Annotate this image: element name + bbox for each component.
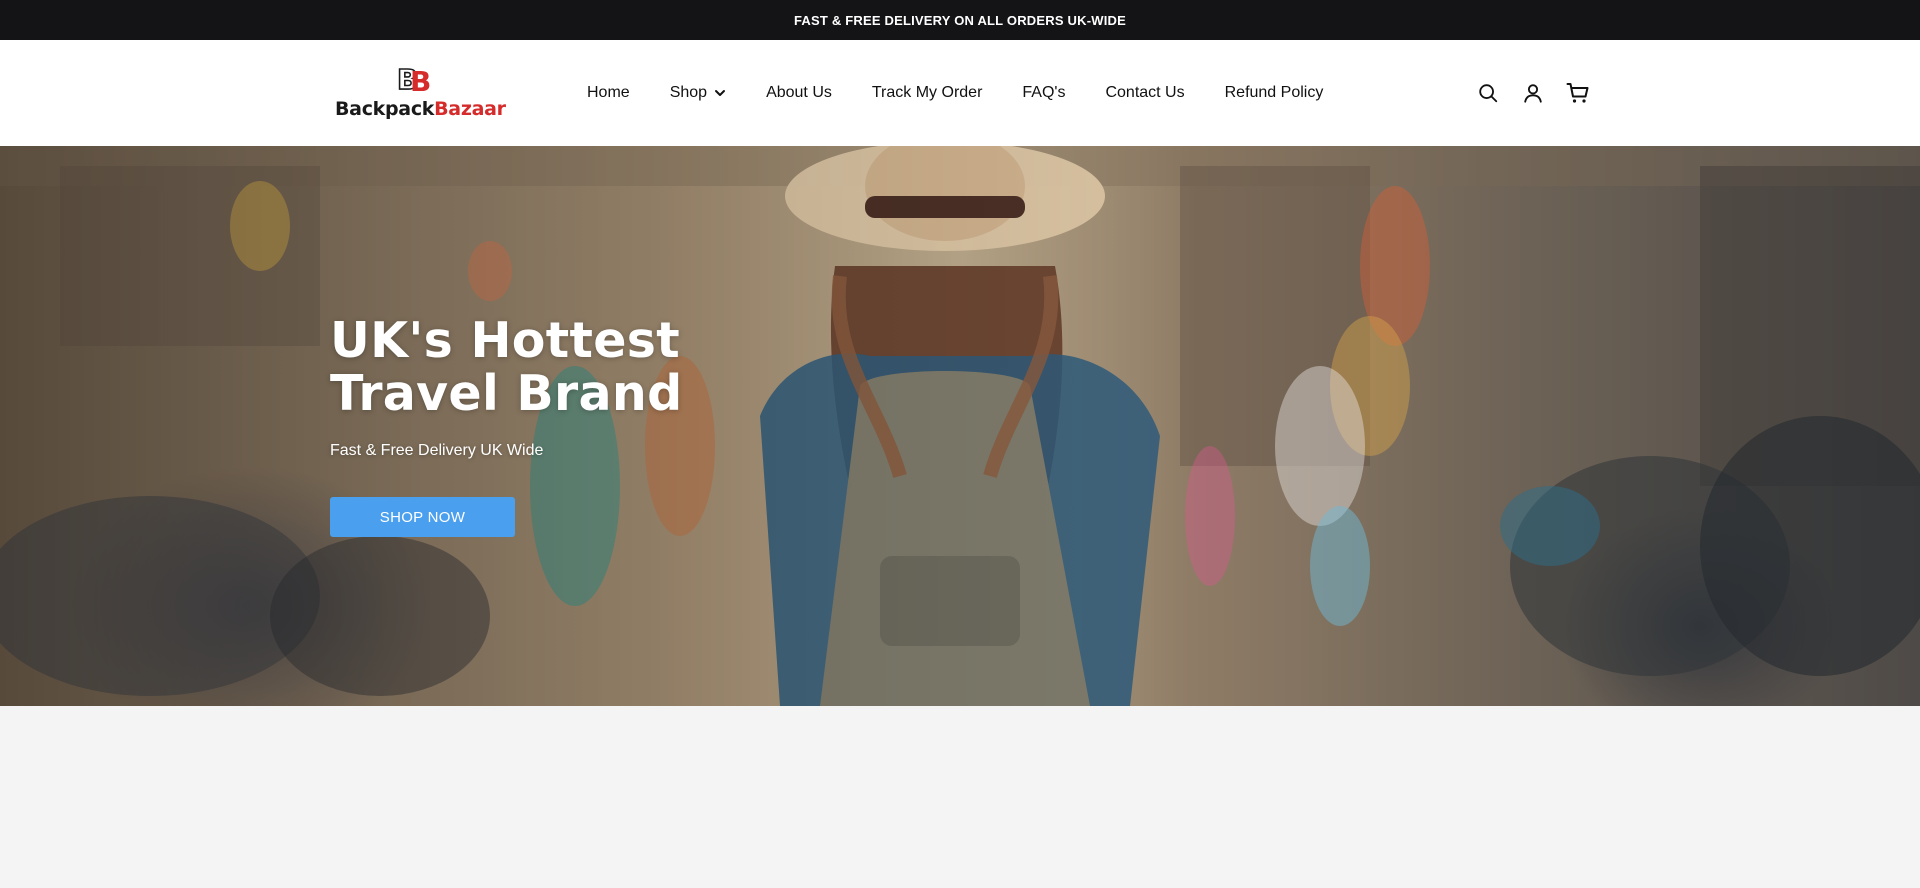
hero-title: UK's Hottest Travel Brand <box>330 314 810 420</box>
brand-monogram-icon: B B <box>397 64 431 94</box>
cart-button[interactable] <box>1566 81 1590 105</box>
hero-subtitle: Fast & Free Delivery UK Wide <box>330 442 544 459</box>
hero-title-line1: UK's Hottest <box>330 312 680 369</box>
header-actions <box>1476 40 1611 146</box>
nav-refund-policy[interactable]: Refund Policy <box>1225 84 1324 102</box>
search-button[interactable] <box>1476 81 1500 105</box>
announcement-bar: FAST & FREE DELIVERY ON ALL ORDERS UK-WI… <box>0 0 1920 40</box>
nav-about-us[interactable]: About Us <box>766 84 832 102</box>
brand-name-part1: Backpack <box>335 98 435 120</box>
shop-now-button[interactable]: SHOP NOW <box>330 497 515 537</box>
announcement-text: FAST & FREE DELIVERY ON ALL ORDERS UK-WI… <box>794 12 1126 28</box>
brand-name-part2: Bazaar <box>434 98 506 120</box>
nav-track-my-order[interactable]: Track My Order <box>872 84 983 102</box>
hero-overlay <box>0 146 1920 706</box>
chevron-down-icon <box>715 90 726 96</box>
account-button[interactable] <box>1521 81 1545 105</box>
nav-track-label: Track My Order <box>871 84 983 101</box>
nav-refund-label: Refund Policy <box>1224 84 1324 101</box>
main-nav: Home Shop About Us Track My Order FAQ's … <box>587 40 1363 146</box>
nav-shop[interactable]: Shop <box>670 84 726 102</box>
nav-faqs[interactable]: FAQ's <box>1022 84 1065 102</box>
brand-wordmark: BackpackBazaar <box>335 98 506 120</box>
svg-text:B: B <box>410 65 431 94</box>
nav-faqs-label: FAQ's <box>1022 84 1066 101</box>
nav-contact-us[interactable]: Contact Us <box>1105 84 1184 102</box>
nav-contact-label: Contact Us <box>1105 84 1185 101</box>
hero-banner: UK's Hottest Travel Brand Fast & Free De… <box>0 146 1920 706</box>
search-icon <box>1479 84 1498 103</box>
page-content-area <box>0 706 1920 888</box>
nav-home[interactable]: Home <box>587 84 630 102</box>
hero-title-line2: Travel Brand <box>330 365 683 422</box>
cart-icon <box>1566 83 1589 103</box>
nav-about-label: About Us <box>766 84 832 101</box>
account-icon <box>1524 84 1542 103</box>
nav-shop-label: Shop <box>669 84 708 101</box>
brand-logo[interactable]: B B BackpackBazaar <box>335 64 506 124</box>
site-header: B B BackpackBazaar Home Shop About Us Tr… <box>0 40 1920 146</box>
nav-home-label: Home <box>587 84 630 101</box>
